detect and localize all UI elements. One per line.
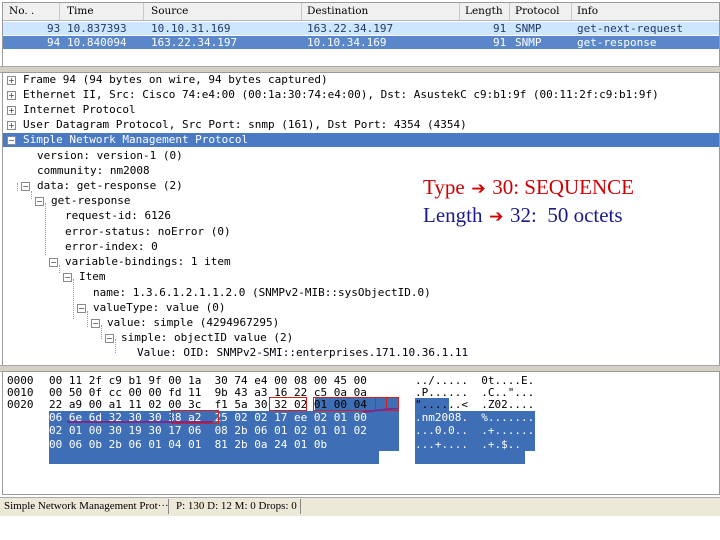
data-label: data: get-response (2) xyxy=(37,179,183,192)
ip-label: Internet Protocol xyxy=(23,103,136,116)
column-time[interactable]: Time xyxy=(67,5,94,19)
hex-dump-pane: 0000 00 11 2f c9 b1 9f 00 1a 30 74 e4 00… xyxy=(2,371,720,495)
blank-area xyxy=(0,516,720,540)
hex-bytes[interactable]: 02 01 00 30 19 30 17 06 08 2b 06 01 02 0… xyxy=(49,424,367,437)
tree-node-simple[interactable]: − simple: objectID value (2) xyxy=(105,331,293,345)
packet-info: get-response xyxy=(577,36,657,49)
hex-offset: 0040 xyxy=(7,424,34,437)
column-destination[interactable]: Destination xyxy=(307,5,368,19)
collapse-icon[interactable]: − xyxy=(7,136,16,145)
tree-node-ethernet[interactable]: + Ethernet II, Src: Cisco 74:e4:00 (00:1… xyxy=(7,88,717,102)
status-left: Simple Network Management Prot··· xyxy=(4,500,169,512)
expand-icon[interactable]: + xyxy=(7,121,16,130)
annotation-length-label: Length xyxy=(423,203,483,227)
right-arrow-icon: ➔ xyxy=(471,179,486,199)
packet-source: 163.22.34.197 xyxy=(151,36,238,49)
packet-length: 91 xyxy=(493,22,507,35)
annotation-type-value: 30: SEQUENCE xyxy=(492,175,634,199)
collapse-icon[interactable]: − xyxy=(35,197,44,206)
packet-time: 10.837393 xyxy=(67,22,127,35)
status-bar: Simple Network Management Prot··· P: 130… xyxy=(0,497,720,516)
tree-node-error-index[interactable]: error-index: 0 xyxy=(65,240,158,254)
packet-destination: 163.22.34.197 xyxy=(307,22,394,35)
snmp-label: Simple Network Management Protocol xyxy=(23,133,249,146)
tree-node-valuetype[interactable]: − valueType: value (0) xyxy=(77,301,225,315)
hex-ascii[interactable]: "......< .Z02.... xyxy=(415,398,534,411)
column-protocol[interactable]: Protocol xyxy=(515,5,560,19)
annotation-type-label: Type xyxy=(423,175,465,199)
packet-protocol: SNMP xyxy=(515,22,542,35)
packet-source: 10.10.31.169 xyxy=(151,22,231,35)
packet-no: 93 xyxy=(47,22,61,35)
annotation-length-value: 32: 50 octets xyxy=(509,203,623,227)
tree-node-udp[interactable]: + User Datagram Protocol, Src Port: snmp… xyxy=(7,118,467,132)
expand-icon[interactable]: + xyxy=(7,106,16,115)
collapse-icon[interactable]: − xyxy=(21,182,30,191)
annotation-length: Length ➔ 32: 50 octets xyxy=(423,203,623,228)
expand-icon[interactable]: + xyxy=(7,91,16,100)
column-info[interactable]: Info xyxy=(577,5,598,19)
packet-length: 91 xyxy=(493,36,507,49)
expand-icon[interactable]: + xyxy=(7,76,16,85)
packet-row[interactable]: 93 10.837393 10.10.31.169 163.22.34.197 … xyxy=(3,22,719,35)
collapse-icon[interactable]: − xyxy=(63,273,72,282)
hex-offset: 0020 xyxy=(7,398,34,411)
packet-info: get-next-request xyxy=(577,22,683,35)
tree-node-version[interactable]: version: version-1 (0) xyxy=(37,149,183,163)
hex-offset: 0050 xyxy=(7,438,34,451)
tree-node-frame[interactable]: + Frame 94 (94 bytes on wire, 94 bytes c… xyxy=(7,73,328,87)
hex-offset: 0030 xyxy=(7,411,34,424)
column-length[interactable]: Length xyxy=(465,5,503,19)
collapse-icon[interactable]: − xyxy=(105,334,114,343)
value-label: value: simple (4294967295) xyxy=(107,316,280,329)
collapse-icon[interactable]: − xyxy=(77,304,86,313)
tree-node-name[interactable]: name: 1.3.6.1.2.1.1.2.0 (SNMPv2-MIB::sys… xyxy=(93,286,431,300)
tree-node-value-oid[interactable]: Value: OID: SNMPv2-SMI::enterprises.171.… xyxy=(137,346,468,360)
frame-label: Frame 94 (94 bytes on wire, 94 bytes cap… xyxy=(23,73,328,86)
ethernet-label: Ethernet II, Src: Cisco 74:e4:00 (00:1a:… xyxy=(23,88,659,101)
collapse-icon[interactable]: − xyxy=(91,319,100,328)
status-packets: P: 130 D: 12 M: 0 Drops: 0 xyxy=(176,500,297,512)
udp-label: User Datagram Protocol, Src Port: snmp (… xyxy=(23,118,467,131)
tree-node-data[interactable]: − data: get-response (2) xyxy=(21,179,183,193)
packet-protocol: SNMP xyxy=(515,36,542,49)
collapse-icon[interactable]: − xyxy=(49,258,58,267)
tree-node-ip[interactable]: + Internet Protocol xyxy=(7,103,136,117)
tree-node-error-status[interactable]: error-status: noError (0) xyxy=(65,225,231,239)
annotation-strokes xyxy=(67,408,400,423)
hex-ascii[interactable]: ...+.... .+.$.. xyxy=(415,438,521,451)
right-arrow-icon: ➔ xyxy=(489,207,504,227)
get-response-label: get-response xyxy=(51,194,131,207)
column-no[interactable]: No. . xyxy=(9,5,34,19)
tree-node-get-response[interactable]: − get-response xyxy=(35,194,130,208)
packet-time: 10.840094 xyxy=(67,36,127,49)
hex-ascii[interactable]: ...0.0.. .+...... xyxy=(415,424,534,437)
packet-list-header: No. . Time Source Destination Length Pro… xyxy=(3,3,719,21)
tree-node-request-id[interactable]: request-id: 6126 xyxy=(65,209,171,223)
simple-label: simple: objectID value (2) xyxy=(121,331,294,344)
tree-node-value[interactable]: − value: simple (4294967295) xyxy=(91,316,279,330)
tree-node-item[interactable]: − Item xyxy=(63,270,106,284)
packet-details-tree: + Frame 94 (94 bytes on wire, 94 bytes c… xyxy=(2,72,720,366)
annotation-type: Type ➔ 30: SEQUENCE xyxy=(423,175,634,200)
valuetype-label: valueType: value (0) xyxy=(93,301,226,314)
tree-node-snmp[interactable]: − Simple Network Management Protocol xyxy=(7,133,248,147)
column-source[interactable]: Source xyxy=(151,5,188,19)
hex-bytes[interactable]: 00 06 0b 2b 06 01 04 01 81 2b 0a 24 01 0… xyxy=(49,438,327,451)
packet-row-selected[interactable]: 94 10.840094 163.22.34.197 10.10.34.169 … xyxy=(3,36,719,49)
hex-ascii[interactable]: .nm2008. %....... xyxy=(415,411,534,424)
packet-no: 94 xyxy=(47,36,61,49)
tree-node-variable-bindings[interactable]: − variable-bindings: 1 item xyxy=(49,255,231,269)
packet-list: No. . Time Source Destination Length Pro… xyxy=(2,2,720,68)
item-label: Item xyxy=(79,270,106,283)
variable-bindings-label: variable-bindings: 1 item xyxy=(65,255,231,268)
tree-node-community[interactable]: community: nm2008 xyxy=(37,164,150,178)
packet-destination: 10.10.34.169 xyxy=(307,36,387,49)
